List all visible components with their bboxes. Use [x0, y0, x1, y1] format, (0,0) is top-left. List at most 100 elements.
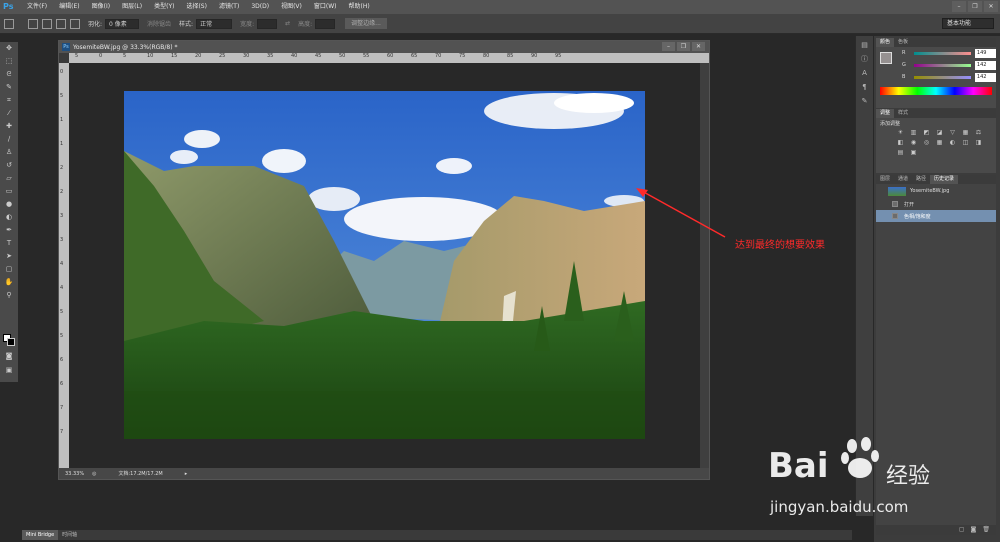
menu-edit[interactable]: 编辑(E) — [53, 0, 85, 14]
history-item-active[interactable]: 色相/饱和度 — [876, 210, 996, 222]
tab-timeline[interactable]: 时间轴 — [58, 530, 81, 540]
channel-mixer-icon[interactable]: ◎ — [922, 139, 931, 147]
restore-button[interactable]: ❐ — [968, 1, 982, 12]
zoom-tool-icon[interactable]: ⚲ — [3, 290, 15, 301]
menu-select[interactable]: 选择(S) — [180, 0, 213, 14]
doc-restore-button[interactable]: ❐ — [677, 42, 690, 51]
quick-select-tool-icon[interactable]: ✎ — [3, 82, 15, 93]
eraser-tool-icon[interactable]: ▱ — [3, 173, 15, 184]
tab-styles[interactable]: 样式 — [894, 109, 912, 118]
hue-saturation-icon[interactable]: ▦ — [961, 129, 970, 137]
doc-close-button[interactable]: ✕ — [692, 42, 705, 51]
green-value-input[interactable]: 142 — [974, 60, 996, 70]
color-spectrum-bar[interactable] — [880, 87, 992, 95]
zoom-level-field[interactable]: 33.33% — [61, 471, 88, 477]
invert-icon[interactable]: ◐ — [948, 139, 957, 147]
tab-layers[interactable]: 图层 — [876, 175, 894, 184]
menu-3d[interactable]: 3D(D) — [245, 0, 275, 14]
background-color-swatch[interactable] — [7, 338, 15, 346]
dodge-tool-icon[interactable]: ◐ — [3, 212, 15, 223]
red-value-input[interactable]: 149 — [974, 48, 996, 58]
document-titlebar[interactable]: Ps YosemiteBW.jpg @ 33.3%(RGB/8) * – ❐ ✕ — [59, 41, 709, 53]
tab-swatches[interactable]: 色板 — [894, 38, 912, 47]
swap-icon[interactable]: ⇄ — [285, 20, 290, 27]
stamp-tool-icon[interactable]: ♙ — [3, 147, 15, 158]
brush-panel-icon[interactable]: ✎ — [860, 97, 870, 106]
menu-file[interactable]: 文件(F) — [21, 0, 53, 14]
color-lookup-icon[interactable]: ▦ — [935, 139, 944, 147]
black-white-icon[interactable]: ◧ — [896, 139, 905, 147]
tab-history[interactable]: 历史记录 — [930, 175, 959, 184]
gradient-tool-icon[interactable]: ▭ — [3, 186, 15, 197]
menu-window[interactable]: 窗口(W) — [308, 0, 343, 14]
minimize-button[interactable]: – — [952, 1, 966, 12]
green-slider[interactable] — [913, 63, 971, 67]
hand-tool-icon[interactable]: ✋ — [3, 277, 15, 288]
vertical-scrollbar[interactable] — [700, 63, 709, 468]
lasso-tool-icon[interactable]: ᘓ — [3, 69, 15, 80]
posterize-icon[interactable]: ◫ — [961, 139, 970, 147]
gradient-map-icon[interactable]: ▤ — [896, 149, 905, 157]
workspace-select[interactable]: 基本功能 — [942, 18, 994, 29]
eyedropper-tool-icon[interactable]: ⁄ — [3, 108, 15, 119]
new-selection-icon[interactable] — [28, 18, 38, 29]
menu-layer[interactable]: 图层(L) — [116, 0, 148, 14]
tab-adjustments[interactable]: 调整 — [876, 109, 895, 118]
height-input[interactable] — [315, 18, 336, 29]
menu-type[interactable]: 类型(Y) — [148, 0, 180, 14]
crop-tool-icon[interactable]: ⌗ — [3, 95, 15, 106]
blur-tool-icon[interactable]: ● — [3, 199, 15, 210]
vertical-ruler[interactable]: 0 5 1 1 2 2 3 3 4 4 5 5 6 6 7 7 — [59, 63, 69, 468]
tab-paths[interactable]: 路径 — [912, 175, 930, 184]
character-panel-icon[interactable]: A — [860, 69, 870, 78]
curves-icon[interactable]: ◩ — [922, 129, 931, 137]
doc-minimize-button[interactable]: – — [662, 42, 675, 51]
fg-bg-swatch-icon[interactable] — [880, 52, 892, 64]
threshold-icon[interactable]: ◨ — [974, 139, 983, 147]
style-select[interactable]: 正常 — [196, 18, 233, 29]
tab-channels[interactable]: 通道 — [894, 175, 912, 184]
move-tool-icon[interactable]: ✥ — [3, 43, 15, 54]
menu-view[interactable]: 视图(V) — [275, 0, 308, 14]
history-brush-icon[interactable]: ↺ — [3, 160, 15, 171]
menu-filter[interactable]: 滤镜(T) — [213, 0, 245, 14]
antialias-checkbox[interactable]: 消除锯齿 — [147, 19, 171, 28]
feather-input[interactable]: 0 像素 — [105, 18, 140, 29]
shape-tool-icon[interactable]: ▢ — [3, 264, 15, 275]
menu-help[interactable]: 帮助(H) — [343, 0, 376, 14]
camera-snapshot-icon[interactable]: ◙ — [971, 525, 977, 535]
new-document-icon[interactable]: ▢ — [959, 525, 965, 535]
marquee-preset-icon[interactable] — [4, 18, 14, 29]
path-select-tool-icon[interactable]: ➤ — [3, 251, 15, 262]
trash-icon[interactable]: 🗑 — [982, 525, 990, 535]
brush-tool-icon[interactable]: ∕ — [3, 134, 15, 145]
horizontal-ruler[interactable]: 5 0 5 10 15 20 25 30 35 40 45 50 55 60 6… — [69, 53, 709, 63]
red-slider[interactable] — [913, 51, 971, 55]
properties-panel-icon[interactable]: ⓘ — [860, 55, 870, 64]
vibrance-icon[interactable]: ▽ — [948, 129, 957, 137]
blue-value-input[interactable]: 142 — [974, 72, 996, 82]
photo-filter-icon[interactable]: ◉ — [909, 139, 918, 147]
brightness-icon[interactable]: ☀ — [896, 129, 905, 137]
exposure-icon[interactable]: ◪ — [935, 129, 944, 137]
marquee-tool-icon[interactable]: ⬚ — [3, 56, 15, 67]
tab-color[interactable]: 颜色 — [876, 38, 895, 47]
history-item[interactable]: 打开 — [876, 198, 996, 210]
healing-tool-icon[interactable]: ✚ — [3, 121, 15, 132]
close-button[interactable]: ✕ — [984, 1, 998, 12]
menu-image[interactable]: 图像(I) — [86, 0, 116, 14]
intersect-selection-icon[interactable] — [70, 18, 80, 29]
history-panel-icon[interactable]: ▤ — [860, 41, 870, 50]
status-arrow-icon[interactable]: ▸ — [185, 471, 188, 477]
history-snapshot[interactable]: YosemiteBW.jpg — [876, 184, 996, 198]
screen-mode-icon[interactable]: ▣ — [3, 365, 15, 376]
yosemite-photo[interactable] — [124, 91, 645, 439]
pen-tool-icon[interactable]: ✒ — [3, 225, 15, 236]
width-input[interactable] — [257, 18, 278, 29]
selective-color-icon[interactable]: ▣ — [909, 149, 918, 157]
color-balance-icon[interactable]: ⚖ — [974, 129, 983, 137]
tab-mini-bridge[interactable]: Mini Bridge — [22, 530, 59, 540]
subtract-selection-icon[interactable] — [56, 18, 66, 29]
quick-mask-icon[interactable]: ◙ — [3, 351, 15, 362]
paragraph-panel-icon[interactable]: ¶ — [860, 83, 870, 92]
